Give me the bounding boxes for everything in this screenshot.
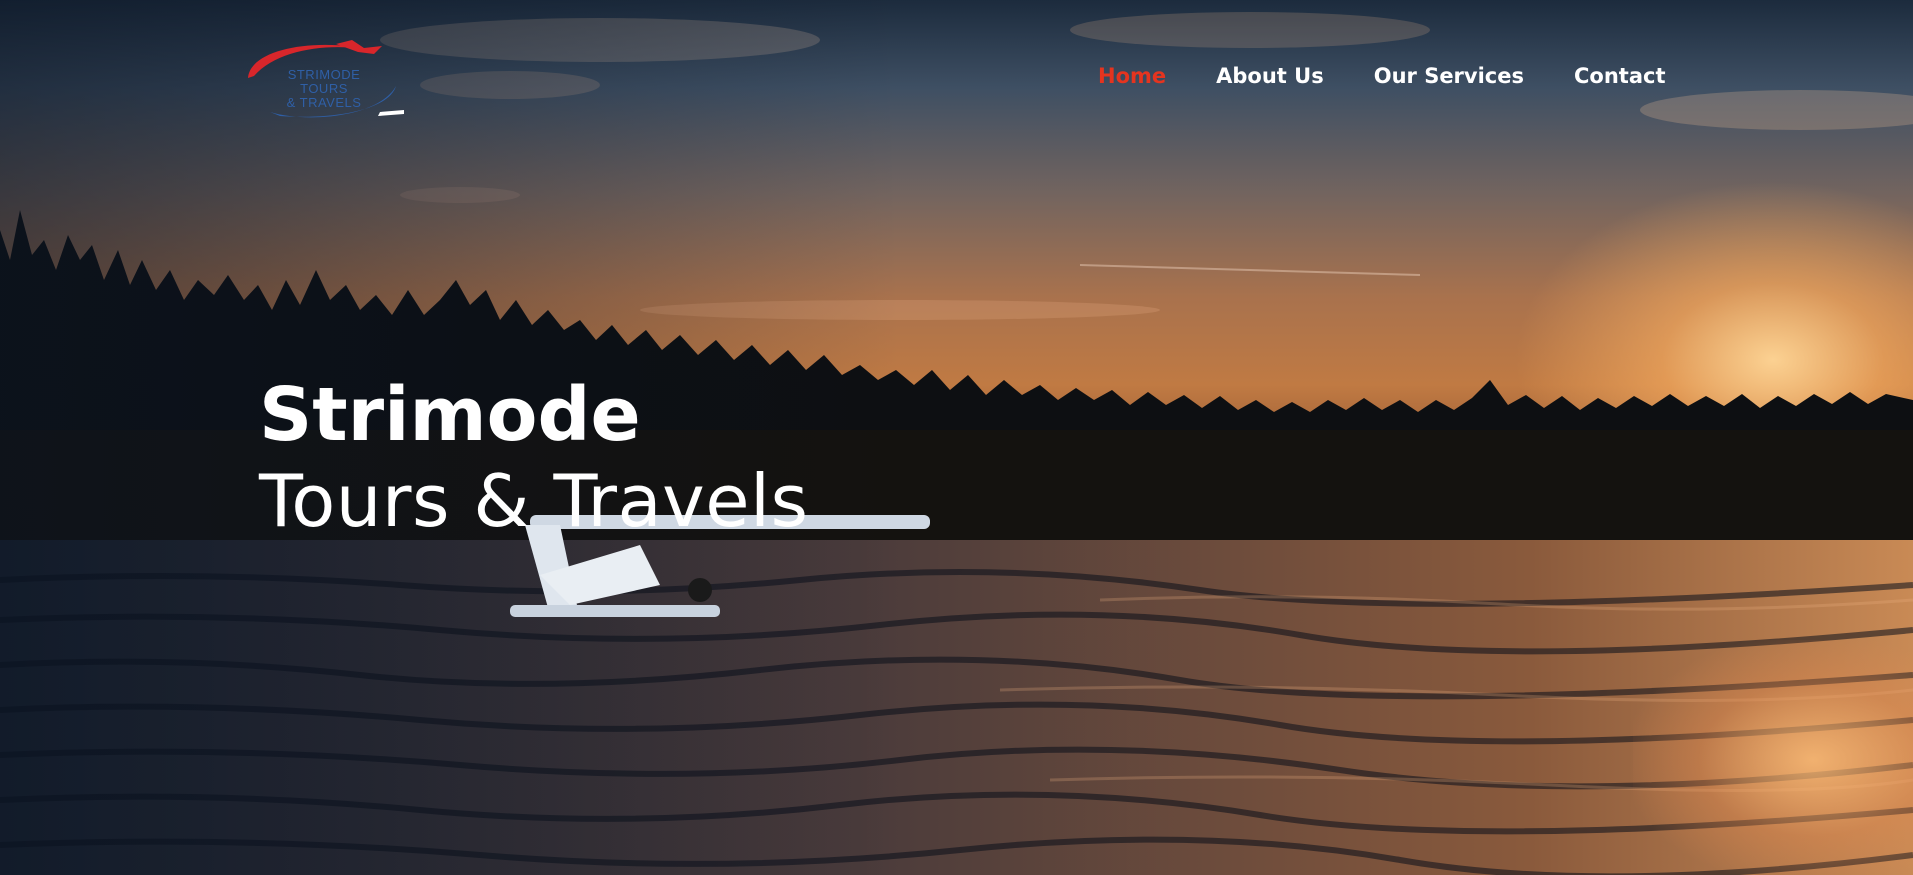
main-menu: Home About Us Our Services Contact xyxy=(1098,64,1666,88)
menu-item-contact: Contact xyxy=(1574,64,1666,88)
hero-section: STRIMODE TOURS & TRAVELS Home About Us O… xyxy=(0,0,1913,875)
menu-item-home: Home xyxy=(1098,64,1166,88)
logo-text-line1: STRIMODE TOURS xyxy=(287,67,361,96)
nav-link-about-us[interactable]: About Us xyxy=(1216,64,1324,88)
nav-link-contact[interactable]: Contact xyxy=(1574,64,1666,88)
hero-headline: Strimode Tours & Travels xyxy=(259,372,809,544)
logo[interactable]: STRIMODE TOURS & TRAVELS xyxy=(240,38,410,122)
menu-item-about: About Us xyxy=(1216,64,1324,88)
menu-item-services: Our Services xyxy=(1374,64,1524,88)
logo-text: STRIMODE TOURS & TRAVELS xyxy=(264,68,384,110)
sun-reflection xyxy=(1633,640,1913,875)
top-navigation: STRIMODE TOURS & TRAVELS Home About Us O… xyxy=(0,0,1913,160)
hero-title: Strimode xyxy=(259,372,641,458)
logo-text-line2: & TRAVELS xyxy=(286,95,362,110)
hero-subtitle: Tours & Travels xyxy=(259,459,809,543)
nav-link-our-services[interactable]: Our Services xyxy=(1374,64,1524,88)
nav-link-home[interactable]: Home xyxy=(1098,64,1166,88)
